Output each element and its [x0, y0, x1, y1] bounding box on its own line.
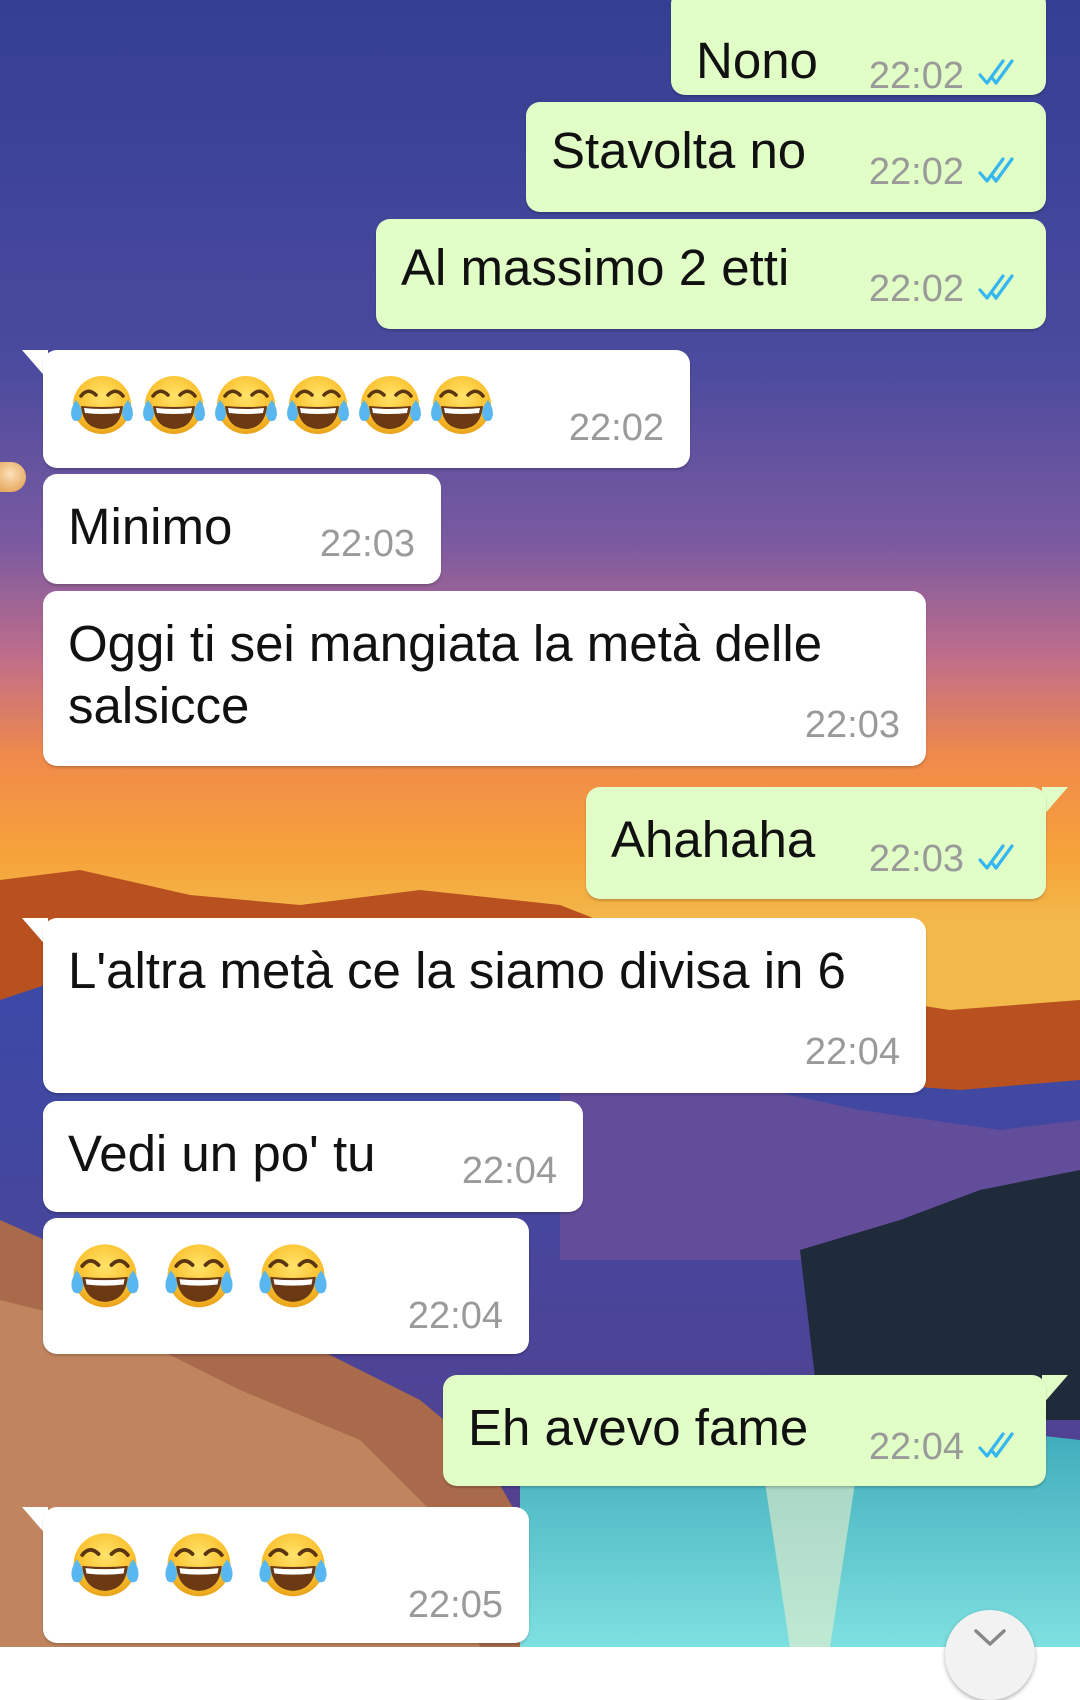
- message-bubble-outgoing[interactable]: Al massimo 2 etti 22:02: [376, 219, 1046, 329]
- double-check-icon: [978, 58, 1024, 88]
- double-check-icon: [978, 156, 1024, 186]
- message-text: Oggi ti sei mangiata la metà delle: [68, 615, 823, 672]
- message-text: Nono: [696, 32, 818, 89]
- message-bubble-incoming[interactable]: 22:05: [43, 1507, 529, 1643]
- message-text: Vedi un po' tu: [68, 1125, 376, 1182]
- face-with-tears-of-joy-icon: [427, 372, 497, 442]
- message-bubble-outgoing[interactable]: Ahahaha 22:03: [586, 787, 1046, 899]
- face-with-tears-of-joy-icon: [67, 1529, 143, 1605]
- message-text-line-2: salsicce: [68, 677, 250, 734]
- message-time: 22:02: [868, 151, 964, 193]
- message-time: 22:02: [568, 407, 664, 449]
- double-check-icon: [978, 843, 1024, 873]
- face-with-tears-of-joy-icon: [283, 372, 353, 442]
- message-bubble-incoming[interactable]: 22:02: [43, 350, 690, 468]
- message-bubble-incoming[interactable]: 22:04: [43, 1218, 529, 1354]
- message-bubble-outgoing[interactable]: Eh avevo fame 22:04: [443, 1375, 1046, 1486]
- face-with-tears-of-joy-icon: [67, 1240, 143, 1316]
- message-time: 22:03: [868, 838, 964, 880]
- message-text: L'altra metà ce la siamo divisa in 6: [68, 942, 846, 999]
- emoji-row: [67, 372, 497, 442]
- message-time: 22:04: [868, 1426, 964, 1468]
- message-time: 22:04: [407, 1295, 503, 1337]
- face-with-tears-of-joy-icon: [161, 1529, 237, 1605]
- message-bubble-incoming[interactable]: Vedi un po' tu 22:04: [43, 1101, 583, 1212]
- message-time: 22:02: [868, 268, 964, 310]
- message-text: Stavolta no: [551, 122, 807, 179]
- message-bubble-incoming[interactable]: Oggi ti sei mangiata la metà delle salsi…: [43, 591, 926, 766]
- face-with-tears-of-joy-icon: [211, 372, 281, 442]
- face-with-tears-of-joy-icon: [161, 1240, 237, 1316]
- message-text: Eh avevo fame: [468, 1399, 809, 1456]
- double-check-icon: [978, 1431, 1024, 1461]
- message-time: 22:03: [804, 704, 900, 746]
- message-bubble-outgoing[interactable]: Nono 22:02: [671, 0, 1046, 97]
- face-with-tears-of-joy-icon: [255, 1240, 331, 1316]
- message-bubble-incoming[interactable]: L'altra metà ce la siamo divisa in 6 22:…: [43, 918, 926, 1093]
- face-with-tears-of-joy-icon: [67, 372, 137, 442]
- face-with-tears-of-joy-icon: [255, 1529, 331, 1605]
- face-with-tears-of-joy-icon: [355, 372, 425, 442]
- message-text: Al massimo 2 etti: [401, 239, 790, 296]
- chevron-down-icon: [974, 1629, 1006, 1646]
- message-bubble-incoming[interactable]: Minimo 22:03: [43, 474, 441, 584]
- message-text: Ahahaha: [611, 811, 816, 868]
- scroll-to-bottom-button[interactable]: [945, 1610, 1035, 1700]
- message-time: 22:04: [804, 1031, 900, 1073]
- face-with-tears-of-joy-icon: [139, 372, 209, 442]
- emoji-row: [67, 1240, 331, 1316]
- message-time: 22:03: [319, 523, 415, 565]
- emoji-row: [67, 1529, 331, 1605]
- double-check-icon: [978, 273, 1024, 303]
- message-time: 22:05: [407, 1584, 503, 1626]
- message-text: Minimo: [68, 498, 233, 555]
- message-bubble-outgoing[interactable]: Stavolta no 22:02: [526, 102, 1046, 212]
- message-time: 22:04: [461, 1150, 557, 1192]
- message-time: 22:02: [868, 55, 964, 97]
